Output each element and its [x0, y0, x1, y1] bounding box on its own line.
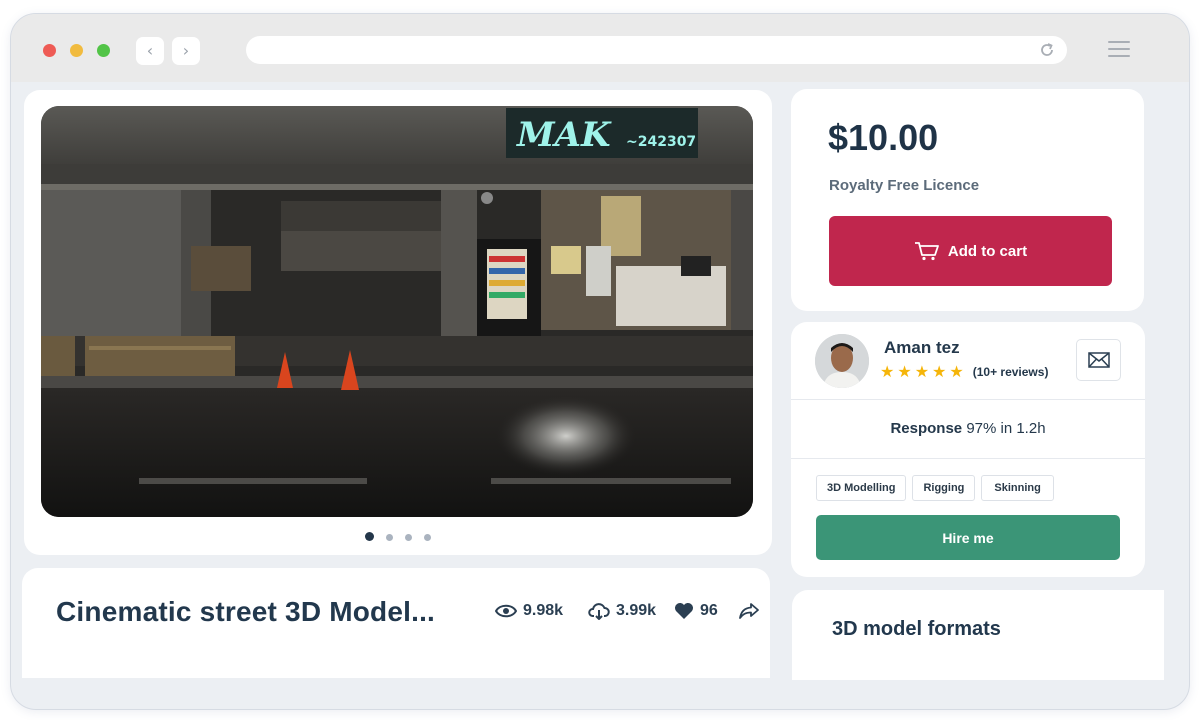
- seller-avatar-image: [815, 334, 869, 388]
- carousel-dot[interactable]: [424, 534, 431, 541]
- hire-me-button[interactable]: Hire me: [816, 515, 1120, 560]
- neon-sign-text: MAK: [516, 115, 612, 155]
- neon-sign-number: ~242307: [626, 134, 696, 150]
- divider: [791, 458, 1145, 459]
- forward-button[interactable]: ›: [172, 37, 200, 65]
- minimize-window-button[interactable]: [70, 44, 83, 57]
- response-rate: Response 97% in 1.2h: [791, 420, 1145, 437]
- reload-icon[interactable]: [1037, 40, 1057, 60]
- cart-icon: [914, 242, 939, 261]
- response-label: Response: [890, 420, 963, 437]
- carousel-dot[interactable]: [405, 534, 412, 541]
- likes-stat[interactable]: 96: [674, 602, 718, 620]
- model-info-card: Cinematic street 3D Model... 9.98k 3.99k…: [22, 568, 770, 678]
- skill-tag[interactable]: Rigging: [912, 475, 976, 501]
- pricing-card: $10.00 Royalty Free Licence Add to cart: [791, 89, 1144, 311]
- views-count: 9.98k: [523, 602, 564, 619]
- chevron-right-icon: ›: [182, 41, 190, 60]
- star-icon: ★: [880, 362, 895, 381]
- model-preview-card: MAK ~242307: [24, 90, 772, 555]
- back-button[interactable]: ‹: [136, 37, 164, 65]
- share-button[interactable]: [738, 602, 760, 620]
- seller-rating: ★ ★ ★ ★ ★ (10+ reviews): [880, 364, 1048, 380]
- likes-count: 96: [700, 602, 718, 619]
- views-stat: 9.98k: [495, 602, 563, 620]
- address-bar[interactable]: [246, 36, 1067, 64]
- browser-titlebar: ‹ ›: [11, 14, 1189, 82]
- response-value: 97% in 1.2h: [966, 420, 1046, 437]
- model-formats-card: 3D model formats: [792, 590, 1164, 680]
- price: $10.00: [828, 117, 939, 158]
- street-scene-render: MAK ~242307: [41, 106, 753, 517]
- star-icon: ★: [949, 362, 964, 381]
- skill-tag[interactable]: Skinning: [981, 475, 1054, 501]
- star-icon: ★: [932, 362, 947, 381]
- avatar[interactable]: [815, 334, 869, 388]
- skill-tags: 3D Modelling Rigging Skinning: [816, 475, 1054, 501]
- close-window-button[interactable]: [43, 44, 56, 57]
- star-icon: ★: [897, 362, 912, 381]
- carousel-dot[interactable]: [386, 534, 393, 541]
- carousel-dot[interactable]: [365, 532, 374, 541]
- seller-name[interactable]: Aman tez: [884, 338, 960, 358]
- mail-icon: [1087, 352, 1110, 368]
- heart-icon: [675, 603, 693, 619]
- divider: [791, 399, 1145, 400]
- eye-icon: [495, 604, 517, 618]
- model-preview-image[interactable]: MAK ~242307: [41, 106, 753, 517]
- chevron-left-icon: ‹: [146, 41, 154, 60]
- add-to-cart-button[interactable]: Add to cart: [829, 216, 1112, 286]
- add-to-cart-label: Add to cart: [947, 242, 1028, 260]
- formats-title: 3D model formats: [832, 618, 1001, 640]
- message-seller-button[interactable]: [1076, 339, 1121, 381]
- carousel-indicators: [24, 528, 772, 546]
- star-icon: ★: [914, 362, 930, 381]
- maximize-window-button[interactable]: [97, 44, 110, 57]
- downloads-stat: 3.99k: [588, 602, 656, 620]
- downloads-count: 3.99k: [616, 602, 657, 619]
- cloud-download-icon: [588, 603, 610, 620]
- share-icon: [739, 603, 759, 619]
- hamburger-icon[interactable]: [1108, 41, 1130, 59]
- model-title: Cinematic street 3D Model...: [56, 596, 436, 627]
- reviews-count[interactable]: (10+ reviews): [973, 365, 1049, 379]
- seller-card: Aman tez ★ ★ ★ ★ ★ (10+ reviews) Respons…: [791, 322, 1145, 577]
- skill-tag[interactable]: 3D Modelling: [816, 475, 907, 501]
- licence-type: Royalty Free Licence: [829, 177, 980, 194]
